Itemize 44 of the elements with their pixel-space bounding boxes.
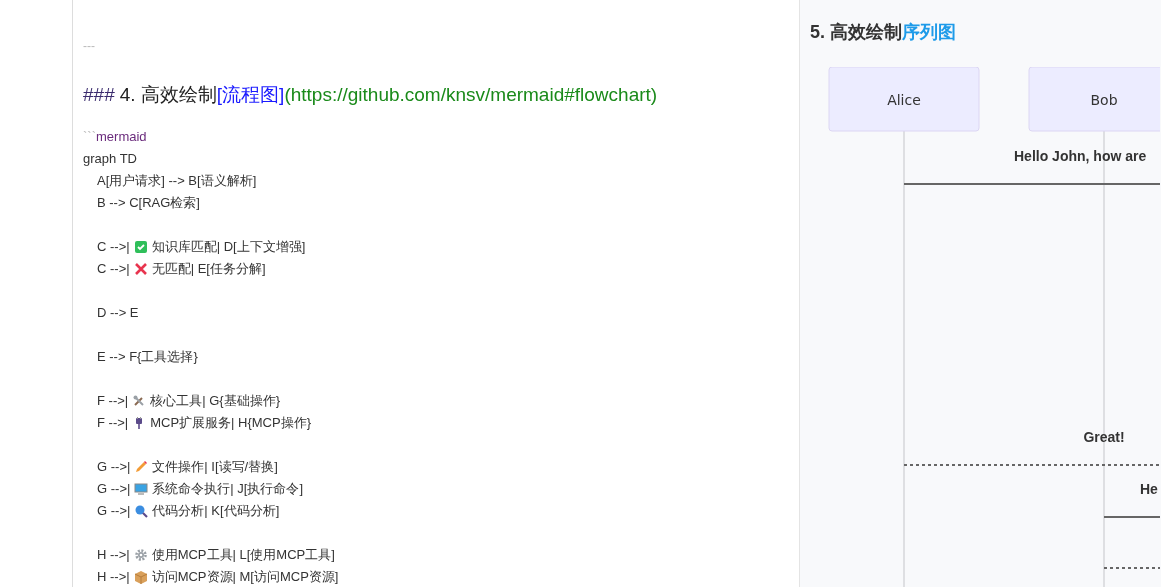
heading-link[interactable]: 序列图 [902, 22, 956, 42]
code-line: D --> E [96, 304, 140, 322]
code-text: 无匹配| E[任务分解] [151, 260, 266, 278]
code-text: H -->| [97, 568, 130, 586]
code-line: A[用户请求] --> B[语义解析] [96, 172, 258, 190]
cross-icon [133, 262, 148, 276]
participant-label: Alice [887, 92, 921, 108]
code-text: 核心工具| G{基础操作} [150, 392, 280, 410]
code-language: mermaid [96, 129, 147, 144]
gear-icon [133, 548, 148, 562]
horizontal-rule-markup: --- [83, 38, 96, 55]
box-icon [133, 570, 148, 584]
heading-marks: ### [83, 84, 115, 105]
code-text: 知识库匹配| D[上下文增强] [151, 238, 306, 256]
code-text: G -->| [97, 502, 131, 520]
message-label: Hello John, how are [1014, 148, 1147, 164]
code-text: F -->| [97, 414, 129, 432]
code-text: F -->| [97, 392, 129, 410]
code-text: C -->| [97, 238, 130, 256]
pencil-icon [134, 460, 149, 474]
code-text: 系统命令执行| J[执行命令] [152, 480, 304, 498]
magnifier-icon [134, 504, 149, 518]
code-text: 使用MCP工具| L[使用MCP工具] [151, 546, 335, 564]
code-text: MCP扩展服务| H{MCP操作} [150, 414, 312, 432]
code-text: C -->| [97, 260, 130, 278]
check-icon [133, 240, 148, 254]
fence-marks: ``` [83, 129, 96, 144]
code-text: H -->| [97, 546, 130, 564]
message-label: He [1140, 481, 1158, 497]
heading-text: 4. 高效绘制 [119, 84, 217, 105]
code-line: E --> F{工具选择} [96, 348, 199, 366]
participant-label: Bob [1090, 92, 1118, 108]
code-text: 代码分析| K[代码分析] [152, 502, 280, 520]
code-line: graph TD [83, 150, 138, 168]
link-text: [流程图] [216, 84, 285, 105]
monitor-icon [134, 482, 149, 496]
code-text: 文件操作| I[读写/替换] [152, 458, 278, 476]
link-url: (https://github.com/knsv/mermaid#flowchart) [284, 84, 658, 105]
message-label: Great! [1083, 429, 1125, 445]
code-line: B --> C[RAG检索] [96, 194, 201, 212]
code-text: G -->| [97, 480, 131, 498]
section-heading: 5. 高效绘制 [810, 22, 902, 42]
code-text: G -->| [97, 458, 131, 476]
code-text: 访问MCP资源| M[访问MCP资源] [151, 568, 339, 586]
